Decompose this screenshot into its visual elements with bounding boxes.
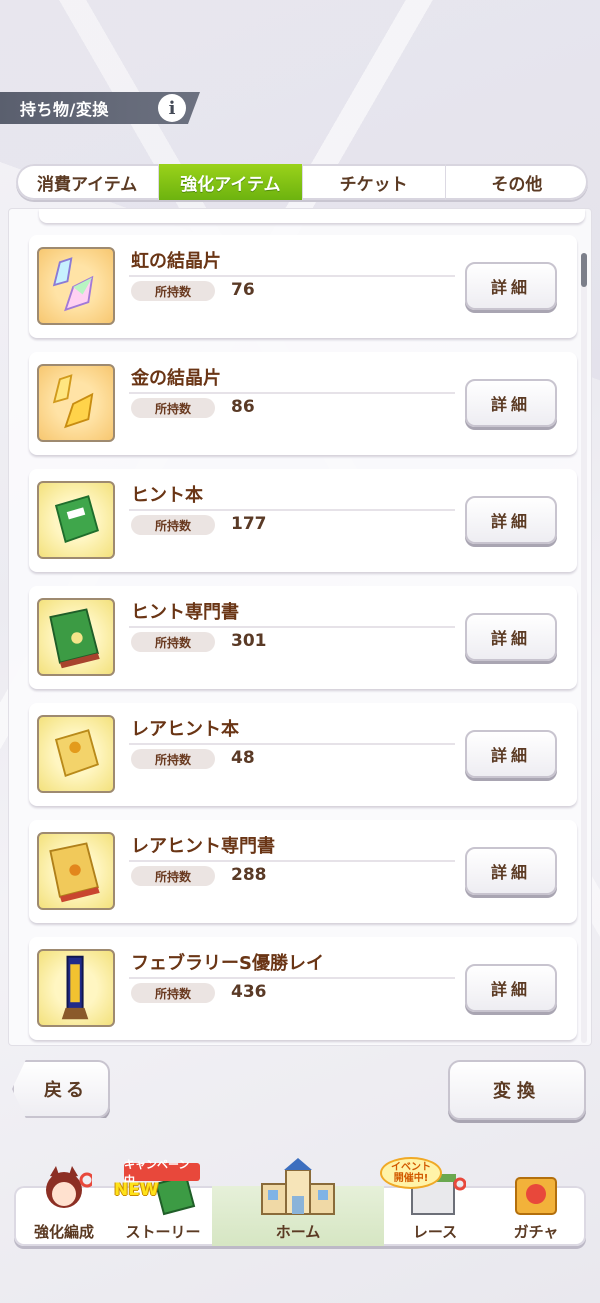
qty-label: 所持数 — [131, 281, 215, 301]
back-button[interactable]: 戻る — [12, 1060, 110, 1118]
hint-book-icon — [37, 481, 115, 559]
divider — [129, 275, 455, 277]
new-badge: NEW — [114, 1180, 159, 1200]
convert-button[interactable]: 変換 — [448, 1060, 586, 1120]
list-item: レアヒント専門書 所持数 288 詳細 — [29, 820, 577, 923]
item-list[interactable]: 虹の結晶片 所持数 76 詳細 金の結晶片 所持数 86 詳細 ヒント本 所持数 — [8, 208, 592, 1046]
item-name: レアヒント本 — [131, 719, 239, 740]
list-item: フェブラリーS優勝レイ 所持数 436 詳細 — [29, 937, 577, 1040]
tab-ticket[interactable]: チケット — [303, 164, 446, 200]
qty-value: 48 — [231, 748, 255, 768]
qty-value: 177 — [231, 514, 267, 534]
rainbow-crystal-icon — [37, 247, 115, 325]
event-badge-line1: イベント — [391, 1162, 431, 1173]
detail-button[interactable]: 詳細 — [465, 379, 557, 427]
campaign-badge: キャンペーン中 — [124, 1158, 200, 1187]
rare-hint-book-icon — [37, 715, 115, 793]
qty-label: 所持数 — [131, 749, 215, 769]
qty-label: 所持数 — [131, 632, 215, 652]
qty-label: 所持数 — [131, 866, 215, 886]
nav-home[interactable]: ホーム — [212, 1158, 384, 1246]
qty-value: 86 — [231, 397, 255, 417]
hint-specialty-book-icon — [37, 598, 115, 676]
event-badge-line2: 開催中! — [393, 1173, 429, 1184]
rare-hint-specialty-book-icon — [37, 832, 115, 910]
nav-label: ホーム — [275, 1223, 321, 1241]
tab-other[interactable]: その他 — [446, 164, 588, 200]
detail-button[interactable]: 詳細 — [465, 730, 557, 778]
list-item: 虹の結晶片 所持数 76 詳細 — [29, 235, 577, 338]
divider — [129, 860, 455, 862]
page-title: 持ち物/変換 — [20, 100, 109, 119]
nav-label: ストーリー — [125, 1223, 201, 1241]
scrollbar[interactable] — [581, 253, 587, 1043]
item-name: レアヒント専門書 — [131, 836, 275, 857]
nav-race[interactable]: レース — [384, 1174, 486, 1246]
gacha-icon — [515, 1177, 557, 1215]
detail-button[interactable]: 詳細 — [465, 613, 557, 661]
detail-button[interactable]: 詳細 — [465, 964, 557, 1012]
bottom-nav: 強化編成 ストーリー ホーム レース ガチャ — [14, 1158, 586, 1246]
detail-button[interactable]: 詳細 — [465, 262, 557, 310]
divider — [129, 392, 455, 394]
divider — [129, 626, 455, 628]
nav-enhance[interactable]: 強化編成 — [14, 1166, 114, 1246]
nav-label: レース — [412, 1223, 458, 1241]
divider — [129, 977, 455, 979]
qty-value: 301 — [231, 631, 267, 651]
tab-enhancement[interactable]: 強化アイテム — [159, 164, 303, 200]
qty-label: 所持数 — [131, 515, 215, 535]
qty-value: 436 — [231, 982, 267, 1002]
character-avatar-icon — [46, 1166, 92, 1208]
list-item-partial — [39, 209, 585, 223]
gold-crystal-icon — [37, 364, 115, 442]
event-badge: イベント 開催中! — [380, 1157, 442, 1189]
list-item: ヒント本 所持数 177 詳細 — [29, 469, 577, 572]
tab-consumable[interactable]: 消費アイテム — [16, 164, 160, 200]
list-item: レアヒント本 所持数 48 詳細 — [29, 703, 577, 806]
info-icon[interactable]: i — [158, 94, 186, 122]
item-name: 虹の結晶片 — [131, 251, 221, 272]
victory-lei-icon — [37, 949, 115, 1027]
list-item: 金の結晶片 所持数 86 詳細 — [29, 352, 577, 455]
nav-gacha[interactable]: ガチャ — [486, 1177, 586, 1246]
qty-label: 所持数 — [131, 983, 215, 1003]
nav-label: 強化編成 — [33, 1223, 94, 1241]
item-name: ヒント本 — [131, 485, 203, 506]
item-name: 金の結晶片 — [131, 368, 221, 389]
nav-label: ガチャ — [513, 1223, 559, 1241]
item-name: ヒント専門書 — [131, 602, 239, 623]
category-tabs: 消費アイテム 強化アイテム チケット その他 — [16, 164, 588, 200]
qty-value: 288 — [231, 865, 267, 885]
qty-label: 所持数 — [131, 398, 215, 418]
divider — [129, 509, 455, 511]
item-name: フェブラリーS優勝レイ — [131, 953, 324, 974]
qty-value: 76 — [231, 280, 255, 300]
detail-button[interactable]: 詳細 — [465, 847, 557, 895]
list-item: ヒント専門書 所持数 301 詳細 — [29, 586, 577, 689]
divider — [129, 743, 455, 745]
scrollbar-thumb[interactable] — [581, 253, 587, 287]
detail-button[interactable]: 詳細 — [465, 496, 557, 544]
school-building-icon — [261, 1158, 335, 1215]
